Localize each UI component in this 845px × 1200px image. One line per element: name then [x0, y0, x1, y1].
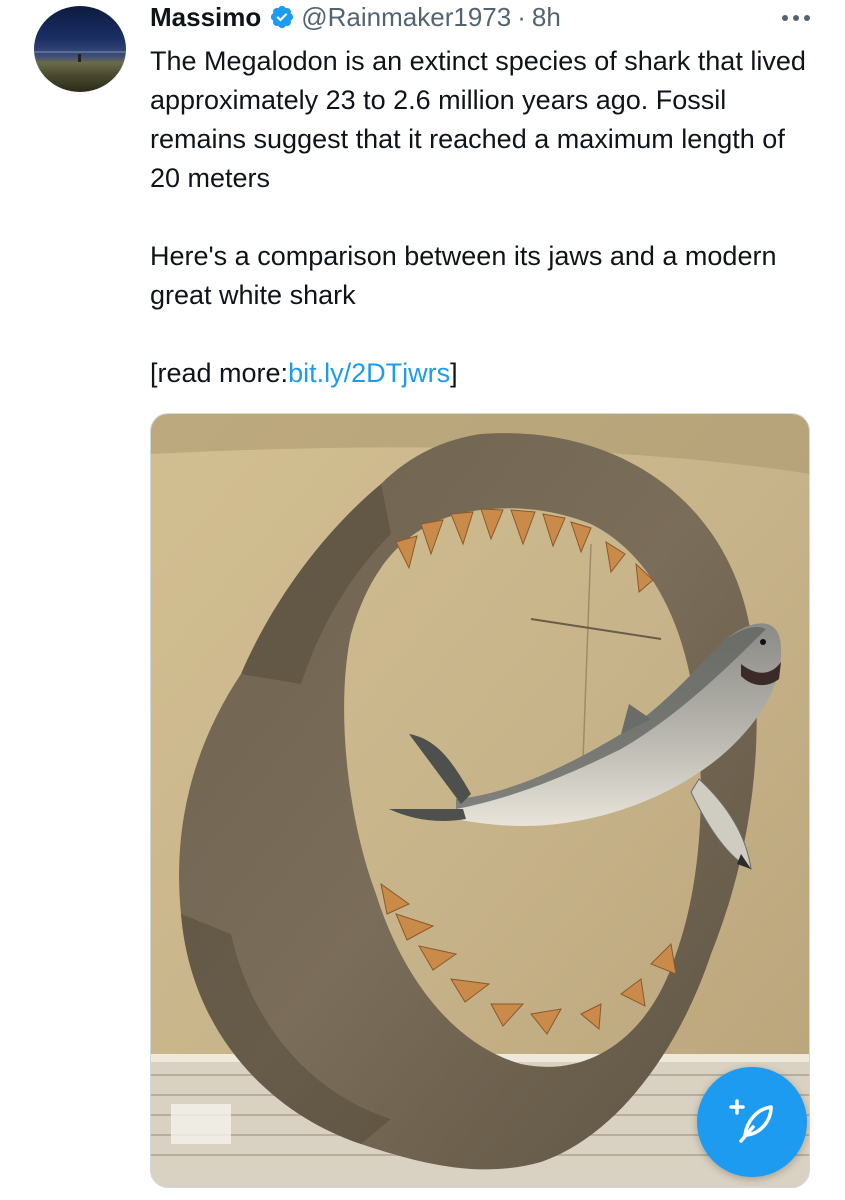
post-text: The Megalodon is an extinct species of s… [150, 42, 820, 393]
author-name[interactable]: Massimo [150, 2, 261, 33]
author-handle[interactable]: @Rainmaker1973 [301, 2, 511, 33]
verified-badge-icon [271, 5, 294, 29]
more-options-icon[interactable] [778, 8, 814, 28]
post-text-paragraph-1: The Megalodon is an extinct species of s… [150, 46, 806, 193]
compose-post-button[interactable] [697, 1067, 807, 1177]
read-more-suffix: ] [450, 358, 458, 388]
compose-post-icon [729, 1099, 773, 1143]
read-more-prefix: [read more: [150, 358, 289, 388]
read-more-link[interactable]: bit.ly/2DTjwrs [288, 358, 450, 388]
post-timestamp[interactable]: 8h [532, 2, 561, 33]
author-avatar[interactable] [34, 6, 126, 92]
post-text-paragraph-2: Here's a comparison between its jaws and… [150, 241, 777, 310]
post-image[interactable] [150, 413, 810, 1188]
header-separator: · [517, 1, 526, 32]
megalodon-jaws-photo [151, 414, 809, 1187]
read-more-line: [read more:bit.ly/2DTjwrs] [150, 354, 820, 393]
post-header: Massimo @Rainmaker1973 · 8h [150, 2, 561, 32]
avatar-figure [78, 54, 81, 62]
avatar-horizon [34, 50, 126, 53]
